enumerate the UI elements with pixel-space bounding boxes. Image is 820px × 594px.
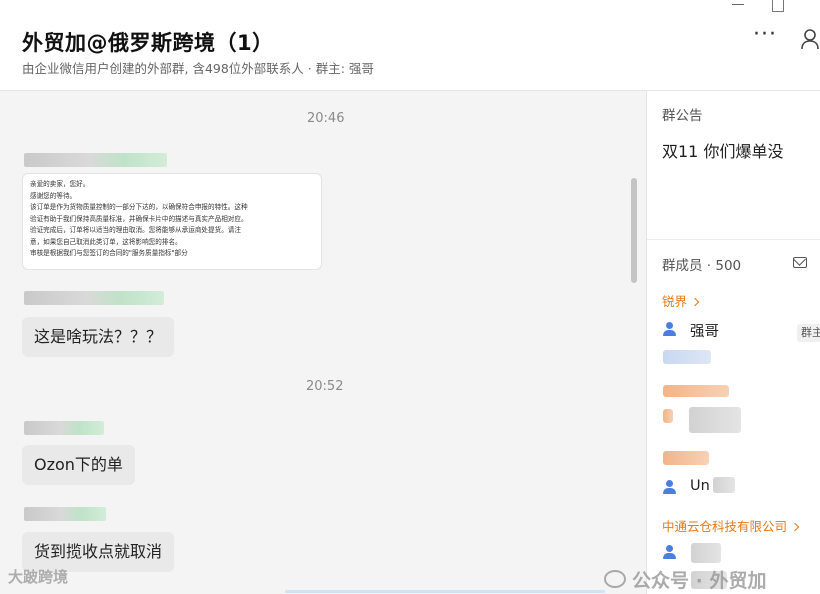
message-bubble[interactable]: Ozon下的单 <box>22 445 135 485</box>
doc-line: 验证有助于我们保持高质量标准，并确保卡片中的描述与真实产品相对应。 <box>30 214 248 223</box>
member-name-blurred <box>663 350 711 364</box>
doc-line: 感谢您的等待。 <box>30 191 77 200</box>
wechat-icon <box>604 570 626 588</box>
sender-name-blurred <box>24 291 164 305</box>
watermark-right: 公众号 · 外贸加 <box>604 566 766 593</box>
chat-scrollbar-thumb[interactable] <box>631 178 637 283</box>
user-icon <box>662 322 676 337</box>
input-area-edge <box>285 590 605 593</box>
message-time: 20:46 <box>307 111 345 126</box>
message-bubble[interactable]: 这是啥玩法？？？ <box>22 317 175 357</box>
wecom-window: 外贸加@俄罗斯跨境（1） 由企业微信用户创建的外部群, 含498位外部联系人 ·… <box>0 0 820 594</box>
minimize-button[interactable] <box>730 0 746 6</box>
shared-document-image[interactable]: 亲爱的卖家，您好。 感谢您的等待。 该订单是作为货物质量控制的一部分下达的，以确… <box>22 173 322 270</box>
org-name: 中通云仓科技有限公司 <box>662 519 788 534</box>
member-icon-blurred <box>663 409 673 423</box>
more-options-button[interactable]: ··· <box>750 24 780 52</box>
doc-line: 亲爱的卖家，您好。 <box>30 180 90 188</box>
group-subtitle: 由企业微信用户创建的外部群, 含498位外部联系人 · 群主: 强哥 <box>22 61 374 76</box>
member-name: 强哥 <box>690 324 719 340</box>
doc-line: 验证完成后，订单将以适当的理由取消。您将能够从承运商处提货。请注 <box>30 226 241 234</box>
watermark-left: 大跛跨境 <box>8 568 69 586</box>
chevron-right-icon <box>790 522 800 532</box>
group-info-panel: 群公告 双11 你们爆单没 群成员 · 500 锐界 强哥 群主 Un k 中通… <box>646 91 820 594</box>
user-icon <box>662 545 676 560</box>
chevron-right-icon <box>690 297 700 307</box>
group-notice-title: 群公告 <box>662 108 703 124</box>
panel-divider <box>647 239 820 240</box>
chat-header: 外贸加@俄罗斯跨境（1） 由企业微信用户创建的外部群, 含498位外部联系人 ·… <box>0 0 820 91</box>
mail-icon[interactable] <box>793 257 807 268</box>
sender-name-blurred <box>24 421 104 435</box>
message-time: 20:52 <box>306 379 344 394</box>
sender-name-blurred <box>24 153 167 167</box>
member-name-blurred <box>689 407 741 433</box>
member-name-blurred <box>713 477 735 493</box>
user-icon <box>662 480 676 495</box>
org-name-blurred <box>663 451 709 465</box>
group-members-button[interactable] <box>800 28 820 50</box>
sender-name-blurred <box>24 507 106 521</box>
group-notice-text[interactable]: 双11 你们爆单没 <box>662 138 783 162</box>
doc-line: 意，如果您自己取消此类订单，这将影响您的排名。 <box>30 237 182 246</box>
member-org-label[interactable]: 中通云仓科技有限公司 <box>662 516 800 535</box>
org-name-blurred <box>663 385 729 397</box>
group-members-title[interactable]: 群成员 · 500 <box>662 254 741 274</box>
member-name-blurred <box>691 543 721 563</box>
doc-line: 该订单是作为货物质量控制的一部分下达的，以确保符合申报的特性。这种 <box>30 203 248 211</box>
owner-badge: 群主 <box>797 324 820 342</box>
group-title: 外贸加@俄罗斯跨境（1） <box>22 31 274 55</box>
person-icon <box>801 29 819 50</box>
org-name: 锐界 <box>662 294 688 309</box>
maximize-button[interactable] <box>772 0 784 12</box>
member-org-label[interactable]: 锐界 <box>662 291 700 310</box>
doc-line: 审核是根据我们与您签订的合同的"服务质量指标"部分 <box>30 249 188 257</box>
